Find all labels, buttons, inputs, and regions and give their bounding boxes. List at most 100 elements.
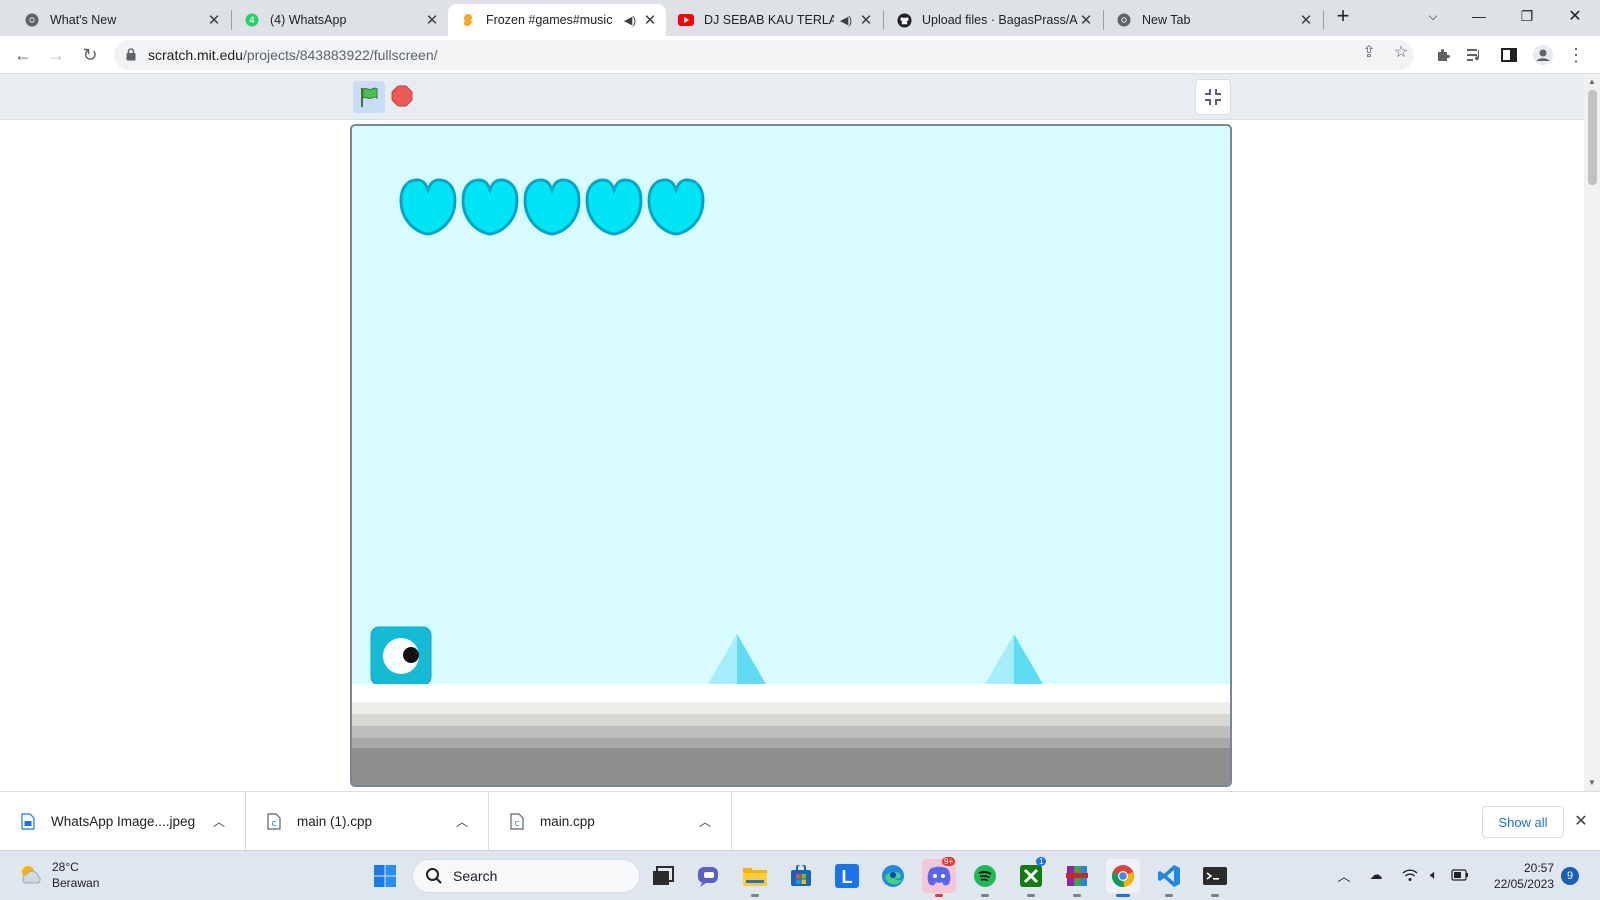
microsoft-store-icon[interactable]	[784, 859, 818, 893]
task-view-icon[interactable]	[646, 859, 680, 893]
scroll-thumb[interactable]	[1588, 90, 1597, 185]
edge-browser-icon[interactable]	[876, 859, 910, 893]
reload-icon[interactable]: ↻	[75, 40, 105, 70]
search-icon	[426, 868, 442, 884]
download-item[interactable]: C main.cpp ︿	[489, 792, 732, 850]
url-host: scratch.mit.edu	[148, 47, 243, 63]
onedrive-cloud-icon[interactable]: ☁	[1366, 865, 1386, 885]
tab-whatsapp[interactable]: 4 (4) WhatsApp ✕	[232, 4, 448, 36]
audio-playing-icon[interactable]: ◀)	[840, 14, 852, 27]
scroll-down-arrow-icon[interactable]: ▼	[1587, 778, 1597, 788]
tab-whats-new[interactable]: What's New ✕	[12, 4, 230, 36]
address-bar[interactable]: scratch.mit.edu/projects/843883922/fulls…	[114, 40, 1414, 70]
svg-text:4: 4	[249, 16, 255, 26]
chrome-taskbar-icon[interactable]	[1106, 859, 1140, 897]
forward-arrow-icon[interactable]: →	[41, 40, 71, 70]
terminal-icon[interactable]	[1198, 859, 1232, 897]
scroll-up-arrow-icon[interactable]: ▲	[1587, 77, 1597, 87]
chevron-up-icon[interactable]: ︿	[209, 813, 229, 830]
clock-date: 22/05/2023	[1493, 877, 1554, 891]
show-all-downloads-button[interactable]: Show all	[1482, 806, 1564, 838]
search-label: Search	[453, 868, 498, 884]
github-icon	[896, 12, 912, 28]
l-app-icon[interactable]: L	[830, 859, 864, 893]
share-icon[interactable]: ⇪	[1360, 43, 1378, 61]
chevron-up-icon[interactable]: ︿	[695, 813, 715, 830]
volume-icon[interactable]: 🔈︎	[1424, 865, 1444, 885]
audio-playing-icon[interactable]: ◀)	[624, 14, 636, 27]
kebab-menu-icon[interactable]: ⋮	[1565, 44, 1587, 66]
close-tab-icon[interactable]: ✕	[858, 12, 874, 29]
restore-icon[interactable]: ❐	[1504, 0, 1550, 32]
back-arrow-icon[interactable]: ←	[8, 40, 38, 70]
tab-search-chevron-icon[interactable]: ⌵	[1410, 0, 1456, 32]
browser-toolbar: ← → ↻ scratch.mit.edu/projects/843883922…	[0, 36, 1600, 74]
heart-life-icon	[585, 178, 643, 236]
bookmark-star-icon[interactable]: ☆	[1392, 43, 1410, 61]
show-hidden-icons-chevron[interactable]: ︿	[1334, 865, 1354, 885]
ice-spike-obstacle	[984, 634, 1044, 686]
image-file-icon	[21, 812, 35, 830]
spotify-icon[interactable]	[968, 859, 1002, 897]
windows-taskbar: 28°C Berawan Search L 9+ 1 ︿ ☁ 🔈︎ 20:57 …	[0, 850, 1600, 900]
download-filename: WhatsApp Image....jpeg	[51, 813, 196, 829]
ice-spike-obstacle	[707, 634, 767, 686]
battery-icon[interactable]	[1450, 865, 1470, 885]
lock-icon[interactable]	[126, 48, 138, 62]
svg-text:C: C	[272, 820, 277, 828]
cpp-file-icon: C	[267, 812, 281, 830]
green-flag-icon[interactable]	[353, 81, 385, 113]
youtube-icon	[678, 12, 694, 28]
tab-youtube[interactable]: DJ SEBAB KAU TERLALU ◀) ✕	[666, 4, 882, 36]
close-tab-icon[interactable]: ✕	[642, 12, 658, 29]
scratch-icon	[460, 12, 476, 28]
media-queue-icon[interactable]	[1464, 44, 1486, 66]
notification-count-badge[interactable]: 9	[1561, 867, 1579, 885]
chevron-up-icon[interactable]: ︿	[452, 813, 472, 830]
extensions-puzzle-icon[interactable]	[1432, 44, 1454, 66]
exit-fullscreen-icon[interactable]	[1195, 79, 1231, 115]
game-stage[interactable]	[350, 124, 1232, 787]
running-indicator	[1211, 894, 1219, 897]
weather-description: Berawan	[52, 876, 100, 890]
tab-github[interactable]: Upload files · BagasPrass/A ✕	[884, 4, 1102, 36]
discord-icon[interactable]: 9+	[922, 857, 956, 897]
minimize-icon[interactable]: —	[1456, 0, 1502, 32]
tab-title: DJ SEBAB KAU TERLALU	[704, 13, 834, 27]
window-close-icon[interactable]: ✕	[1552, 0, 1598, 32]
tab-strip: What's New ✕ 4 (4) WhatsApp ✕ Frozen #ga…	[0, 0, 1600, 36]
page-scrollbar[interactable]: ▲ ▼	[1584, 74, 1600, 791]
chrome-icon	[24, 12, 40, 28]
winrar-icon[interactable]	[1060, 859, 1094, 897]
download-shelf: WhatsApp Image....jpeg ︿ C main (1).cpp …	[0, 791, 1600, 850]
page-viewport	[0, 74, 1584, 791]
close-tab-icon[interactable]: ✕	[1078, 12, 1094, 29]
teams-chat-icon[interactable]	[692, 859, 726, 893]
close-tab-icon[interactable]: ✕	[206, 12, 222, 29]
windows-start-icon[interactable]	[368, 859, 402, 893]
download-item[interactable]: C main (1).cpp ︿	[246, 792, 489, 850]
wifi-icon[interactable]	[1400, 865, 1420, 885]
tab-new-tab[interactable]: New Tab ✕	[1104, 4, 1322, 36]
running-indicator	[935, 894, 943, 897]
svg-text:L: L	[842, 867, 853, 887]
active-indicator	[1116, 894, 1130, 897]
stop-sign-icon[interactable]	[390, 83, 414, 109]
close-download-shelf-icon[interactable]: ✕	[1570, 810, 1592, 832]
running-indicator	[1165, 894, 1173, 897]
side-panel-icon[interactable]	[1498, 44, 1520, 66]
file-explorer-icon[interactable]	[738, 859, 772, 897]
xbox-badge: 1	[1036, 857, 1047, 866]
download-item[interactable]: WhatsApp Image....jpeg ︿	[0, 792, 246, 850]
close-tab-icon[interactable]: ✕	[424, 12, 440, 29]
profile-avatar-icon[interactable]	[1532, 44, 1554, 66]
new-tab-plus-icon[interactable]: +	[1320, 0, 1366, 32]
system-clock[interactable]: 20:57 22/05/2023	[1478, 860, 1554, 892]
weather-widget[interactable]: 28°C Berawan	[18, 859, 99, 891]
taskbar-search-box[interactable]: Search	[412, 859, 640, 893]
vscode-icon[interactable]	[1152, 859, 1186, 897]
tab-frozen-active[interactable]: Frozen #games#music ◀) ✕	[448, 4, 666, 36]
tab-title: What's New	[50, 13, 117, 27]
xbox-icon[interactable]: 1	[1014, 857, 1048, 897]
close-tab-icon[interactable]: ✕	[1298, 12, 1314, 29]
